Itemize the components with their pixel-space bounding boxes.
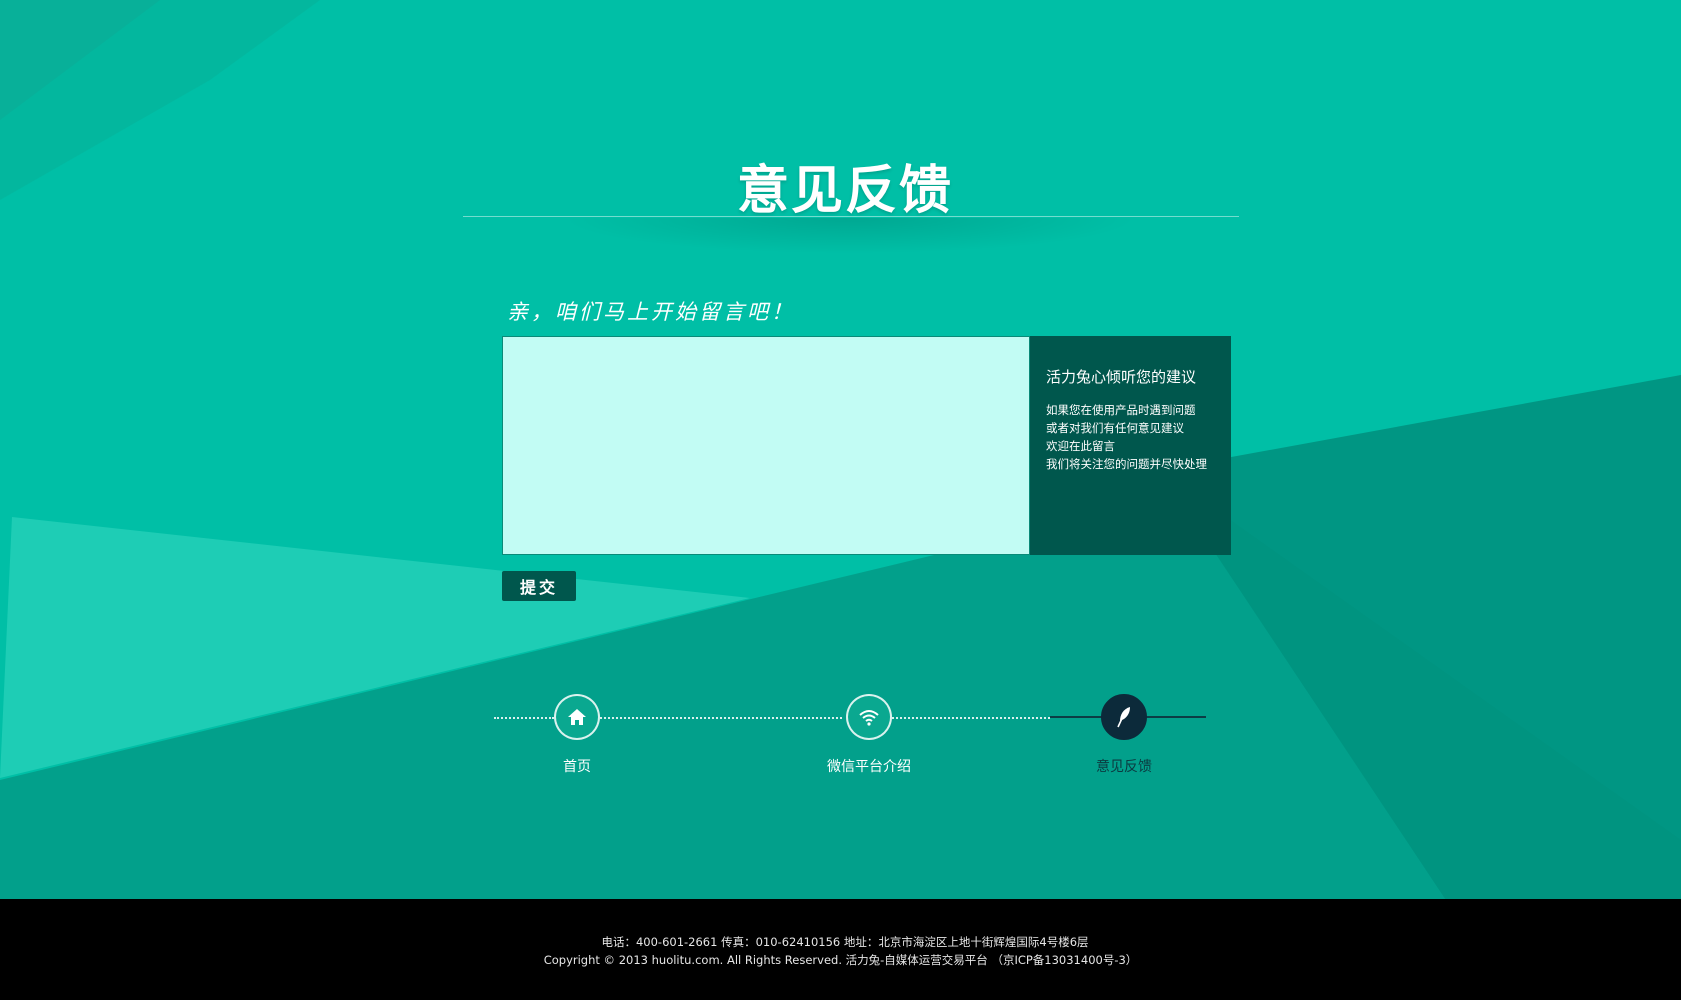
page: 意见反馈 亲，咱们马上开始留言吧！ 活力兔心倾听您的建议 如果您在使用产品时遇到… xyxy=(0,0,1681,1000)
page-title: 意见反馈 xyxy=(736,161,953,221)
submit-button[interactable]: 提交 xyxy=(502,571,576,601)
info-panel-line: 如果您在使用产品时遇到问题 xyxy=(1046,403,1196,417)
home-icon xyxy=(568,709,586,725)
info-panel-title: 活力兔心倾听您的建议 xyxy=(1046,368,1197,386)
nav-circle-active xyxy=(1101,694,1147,740)
feedback-prompt: 亲，咱们马上开始留言吧！ xyxy=(507,300,795,324)
footer-contact: 电话：400-601-2661 传真：010-62410156 地址：北京市海淀… xyxy=(601,935,1089,949)
feather-icon xyxy=(1117,707,1130,728)
nav-label-home: 首页 xyxy=(563,759,591,775)
info-panel-line: 我们将关注您的问题并尽快处理 xyxy=(1046,457,1207,471)
nav-item-wechat-intro[interactable]: 微信平台介绍 xyxy=(769,694,969,776)
info-panel-line: 欢迎在此留言 xyxy=(1046,439,1115,453)
info-panel: 活力兔心倾听您的建议 如果您在使用产品时遇到问题 或者对我们有任何意见建议 欢迎… xyxy=(1030,336,1231,555)
info-panel-line: 或者对我们有任何意见建议 xyxy=(1046,421,1184,435)
footer: 电话：400-601-2661 传真：010-62410156 地址：北京市海淀… xyxy=(0,899,1681,1000)
nav-item-feedback[interactable]: 意见反馈 xyxy=(1024,694,1224,776)
feedback-textarea[interactable] xyxy=(502,336,1030,555)
nav-label-wechat-intro: 微信平台介绍 xyxy=(827,759,911,775)
nav-item-home[interactable]: 首页 xyxy=(527,694,627,776)
nav-circle xyxy=(846,694,892,740)
wifi-icon xyxy=(859,710,879,726)
title-divider xyxy=(463,216,1239,217)
nav-circle xyxy=(554,694,600,740)
feedback-form: 活力兔心倾听您的建议 如果您在使用产品时遇到问题 或者对我们有任何意见建议 欢迎… xyxy=(502,336,1231,555)
nav-label-feedback: 意见反馈 xyxy=(1096,759,1152,775)
title-shadow xyxy=(560,218,1140,254)
footer-copyright: Copyright © 2013 huolitu.com. All Rights… xyxy=(543,953,1138,967)
